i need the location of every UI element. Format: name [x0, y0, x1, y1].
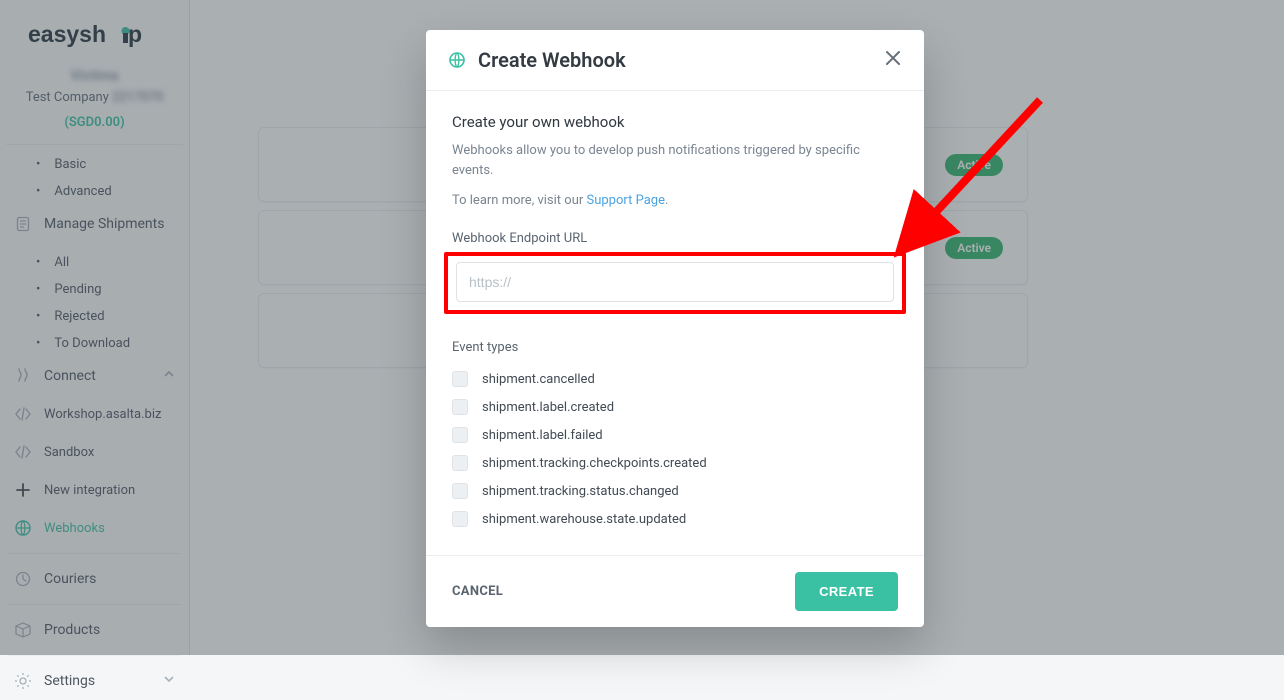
close-icon[interactable] — [884, 49, 902, 72]
event-types-label: Event types — [452, 340, 898, 355]
sidebar-item-settings[interactable]: Settings — [0, 662, 189, 700]
cancel-button[interactable]: CANCEL — [452, 584, 503, 599]
annotation-highlight-box — [444, 252, 906, 314]
checkbox[interactable] — [452, 483, 468, 499]
webhook-url-input[interactable] — [456, 262, 894, 302]
checkbox[interactable] — [452, 371, 468, 387]
event-row[interactable]: shipment.tracking.checkpoints.created — [452, 449, 898, 477]
modal-footer: CANCEL CREATE — [426, 555, 924, 627]
checkbox[interactable] — [452, 427, 468, 443]
event-row[interactable]: shipment.tracking.status.changed — [452, 477, 898, 505]
modal-body: Create your own webhook Webhooks allow y… — [426, 91, 924, 545]
checkbox[interactable] — [452, 455, 468, 471]
modal-header: Create Webhook — [426, 30, 924, 91]
modal-description: Webhooks allow you to develop push notif… — [452, 141, 898, 181]
modal-title: Create Webhook — [478, 48, 626, 72]
create-webhook-modal: Create Webhook Create your own webhook W… — [426, 30, 924, 627]
url-field-label: Webhook Endpoint URL — [452, 231, 898, 246]
modal-learn-more: To learn more, visit our Support Page. — [452, 191, 898, 211]
gear-icon — [14, 672, 32, 690]
modal-subtitle: Create your own webhook — [452, 113, 898, 131]
divider — [8, 655, 181, 656]
event-row[interactable]: shipment.cancelled — [452, 365, 898, 393]
checkbox[interactable] — [452, 399, 468, 415]
chevron-down-icon — [163, 673, 175, 689]
event-row[interactable]: shipment.warehouse.state.updated — [452, 505, 898, 533]
create-button[interactable]: CREATE — [795, 572, 898, 611]
checkbox[interactable] — [452, 511, 468, 527]
event-types-list: shipment.cancelled shipment.label.create… — [452, 365, 898, 533]
event-row[interactable]: shipment.label.failed — [452, 421, 898, 449]
support-page-link[interactable]: Support Page — [587, 193, 666, 208]
event-row[interactable]: shipment.label.created — [452, 393, 898, 421]
globe-icon — [448, 51, 466, 69]
